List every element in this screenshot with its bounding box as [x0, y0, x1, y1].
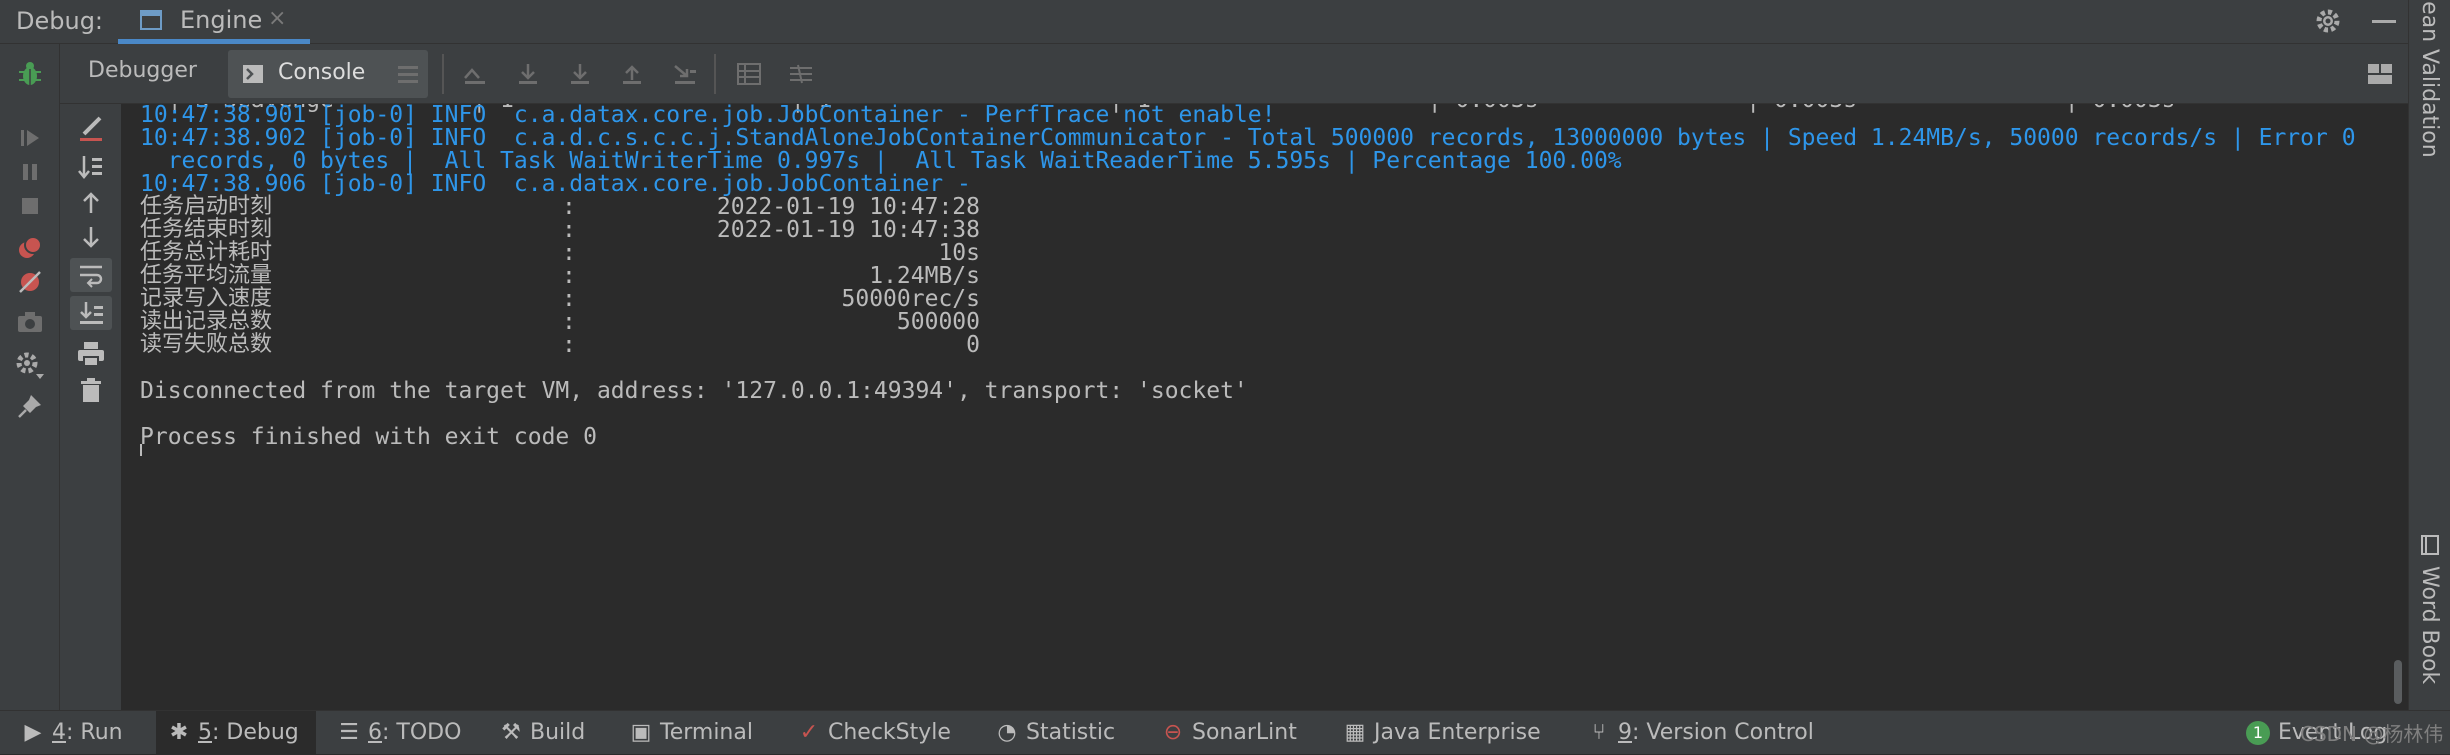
text-cursor [140, 444, 142, 456]
run-icon: ▶ [24, 720, 42, 745]
terminal-icon: ▣ [630, 720, 652, 745]
tab-run[interactable]: ▶ 4: Run [22, 711, 123, 755]
trash-icon[interactable] [78, 376, 104, 404]
settings-icon[interactable] [14, 350, 46, 382]
branch-icon: ⑂ [1592, 720, 1606, 745]
tab-checkstyle[interactable]: ✓ CheckStyle [798, 711, 951, 755]
run-to-cursor-icon[interactable] [672, 62, 698, 86]
console-actions-toolbar [60, 104, 122, 710]
tab-debug-number: 5 [198, 720, 212, 745]
down-arrow-icon[interactable] [78, 224, 104, 250]
tab-statistic[interactable]: ◔ Statistic [996, 711, 1115, 755]
word-book-tab[interactable]: Word Book [2417, 566, 2442, 684]
show-execution-point-icon[interactable] [462, 62, 488, 86]
soft-wrap-icon [80, 265, 103, 288]
tab-sonarlint[interactable]: ⊖ SonarLint [1162, 711, 1297, 755]
java-enterprise-icon: ▦ [1344, 720, 1366, 745]
tab-run-label: : Run [66, 720, 123, 745]
tab-engine-label: Engine [180, 6, 263, 34]
trace-stream-icon[interactable] [788, 62, 814, 86]
layout-icon[interactable] [2366, 62, 2394, 86]
list-icon: ☰ [339, 720, 359, 745]
stat-label: 读写失败总数 [140, 332, 273, 357]
window-icon [140, 10, 162, 30]
event-count-badge: 1 [2246, 721, 2270, 745]
step-into-icon[interactable] [568, 62, 592, 86]
tool-window-bar: ▶ 4: Run ✱ 5: Debug ☰ 6: TODO ⚒ Build ▣ Termi… [0, 710, 2450, 755]
sonarlint-icon: ⊖ [1163, 720, 1183, 745]
tab-build-label: Build [530, 720, 586, 745]
debug-subtoolbar: Debugger Console [60, 44, 2410, 104]
scroll-to-end-icon [80, 302, 103, 324]
toolbar-separator [442, 54, 444, 94]
book-icon [2421, 535, 2439, 555]
toolbar-separator [714, 54, 716, 94]
watermark: CSDN @杨林伟 [2300, 722, 2444, 746]
resume-icon[interactable] [18, 126, 42, 150]
close-icon[interactable]: × [268, 6, 286, 31]
tab-todo-label: : TODO [382, 720, 462, 745]
evaluate-expression-icon[interactable] [736, 62, 762, 86]
hammer-icon: ⚒ [501, 720, 521, 745]
tab-build[interactable]: ⚒ Build [500, 711, 585, 755]
stop-icon[interactable] [18, 194, 42, 218]
bean-validation-tab[interactable]: Bean Validation [2417, 0, 2442, 158]
tab-java-enterprise[interactable]: ▦ Java Enterprise [1344, 711, 1541, 755]
scroll-to-end-button[interactable] [70, 296, 112, 330]
tab-vcs-number: 9 [1618, 720, 1632, 745]
bug-icon: ✱ [169, 720, 189, 745]
tab-debugger[interactable]: Debugger [88, 54, 197, 87]
clear-icon[interactable] [76, 114, 106, 144]
gear-icon[interactable] [2313, 6, 2343, 36]
debug-actions-toolbar [0, 44, 60, 710]
minimize-icon[interactable] [2372, 20, 2396, 23]
tab-terminal-label: Terminal [660, 720, 753, 745]
tab-version-control-label: : Version Control [1632, 720, 1814, 745]
bug-icon[interactable] [16, 60, 44, 88]
tab-debug-label: : Debug [212, 720, 299, 745]
stat-colon: : [562, 332, 576, 358]
tab-terminal[interactable]: ▣ Terminal [630, 711, 753, 755]
pause-icon[interactable] [18, 160, 42, 184]
console-output[interactable]: |-S-Scavenge | 1 | 1 | 1 | 0.003s | 0.00… [122, 104, 2392, 710]
soft-wrap-button[interactable] [70, 258, 112, 292]
menu-icon[interactable] [396, 62, 420, 86]
right-tool-strip: Bean Validation Word Book [2408, 0, 2450, 710]
debug-tool-window-header: Debug: Engine × [0, 0, 2450, 44]
checkstyle-icon: ✓ [799, 720, 819, 745]
step-out-icon[interactable] [620, 62, 644, 86]
step-over-icon[interactable] [516, 62, 540, 86]
tab-todo[interactable]: ☰ 6: TODO [338, 711, 461, 755]
tab-console-label: Console [278, 60, 366, 85]
sort-down-icon[interactable] [76, 152, 106, 182]
exit-message: Process finished with exit code 0 [140, 424, 597, 450]
scrollbar-thumb[interactable] [2394, 660, 2402, 704]
print-icon[interactable] [76, 340, 106, 368]
tab-version-control[interactable]: ⑂ 9: Version Control [1588, 711, 1814, 755]
camera-icon[interactable] [16, 310, 44, 334]
up-arrow-icon[interactable] [78, 190, 104, 216]
tab-sonarlint-label: SonarLint [1192, 720, 1297, 745]
tab-debug[interactable]: ✱ 5: Debug [156, 711, 316, 755]
pin-icon[interactable] [16, 392, 44, 420]
tab-statistic-label: Statistic [1026, 720, 1116, 745]
tab-run-number: 4 [52, 720, 66, 745]
tab-todo-number: 6 [368, 720, 382, 745]
disconnected-message: Disconnected from the target VM, address… [140, 378, 1248, 404]
tab-java-enterprise-label: Java Enterprise [1374, 720, 1541, 745]
view-breakpoints-icon[interactable] [16, 234, 44, 262]
mute-breakpoints-icon[interactable] [16, 268, 44, 296]
console-icon [243, 65, 263, 83]
pie-chart-icon: ◔ [997, 720, 1017, 745]
tab-engine[interactable]: Engine × [118, 0, 310, 44]
debug-label: Debug: [16, 7, 104, 35]
stat-value: 0 [966, 332, 980, 358]
tab-checkstyle-label: CheckStyle [828, 720, 951, 745]
